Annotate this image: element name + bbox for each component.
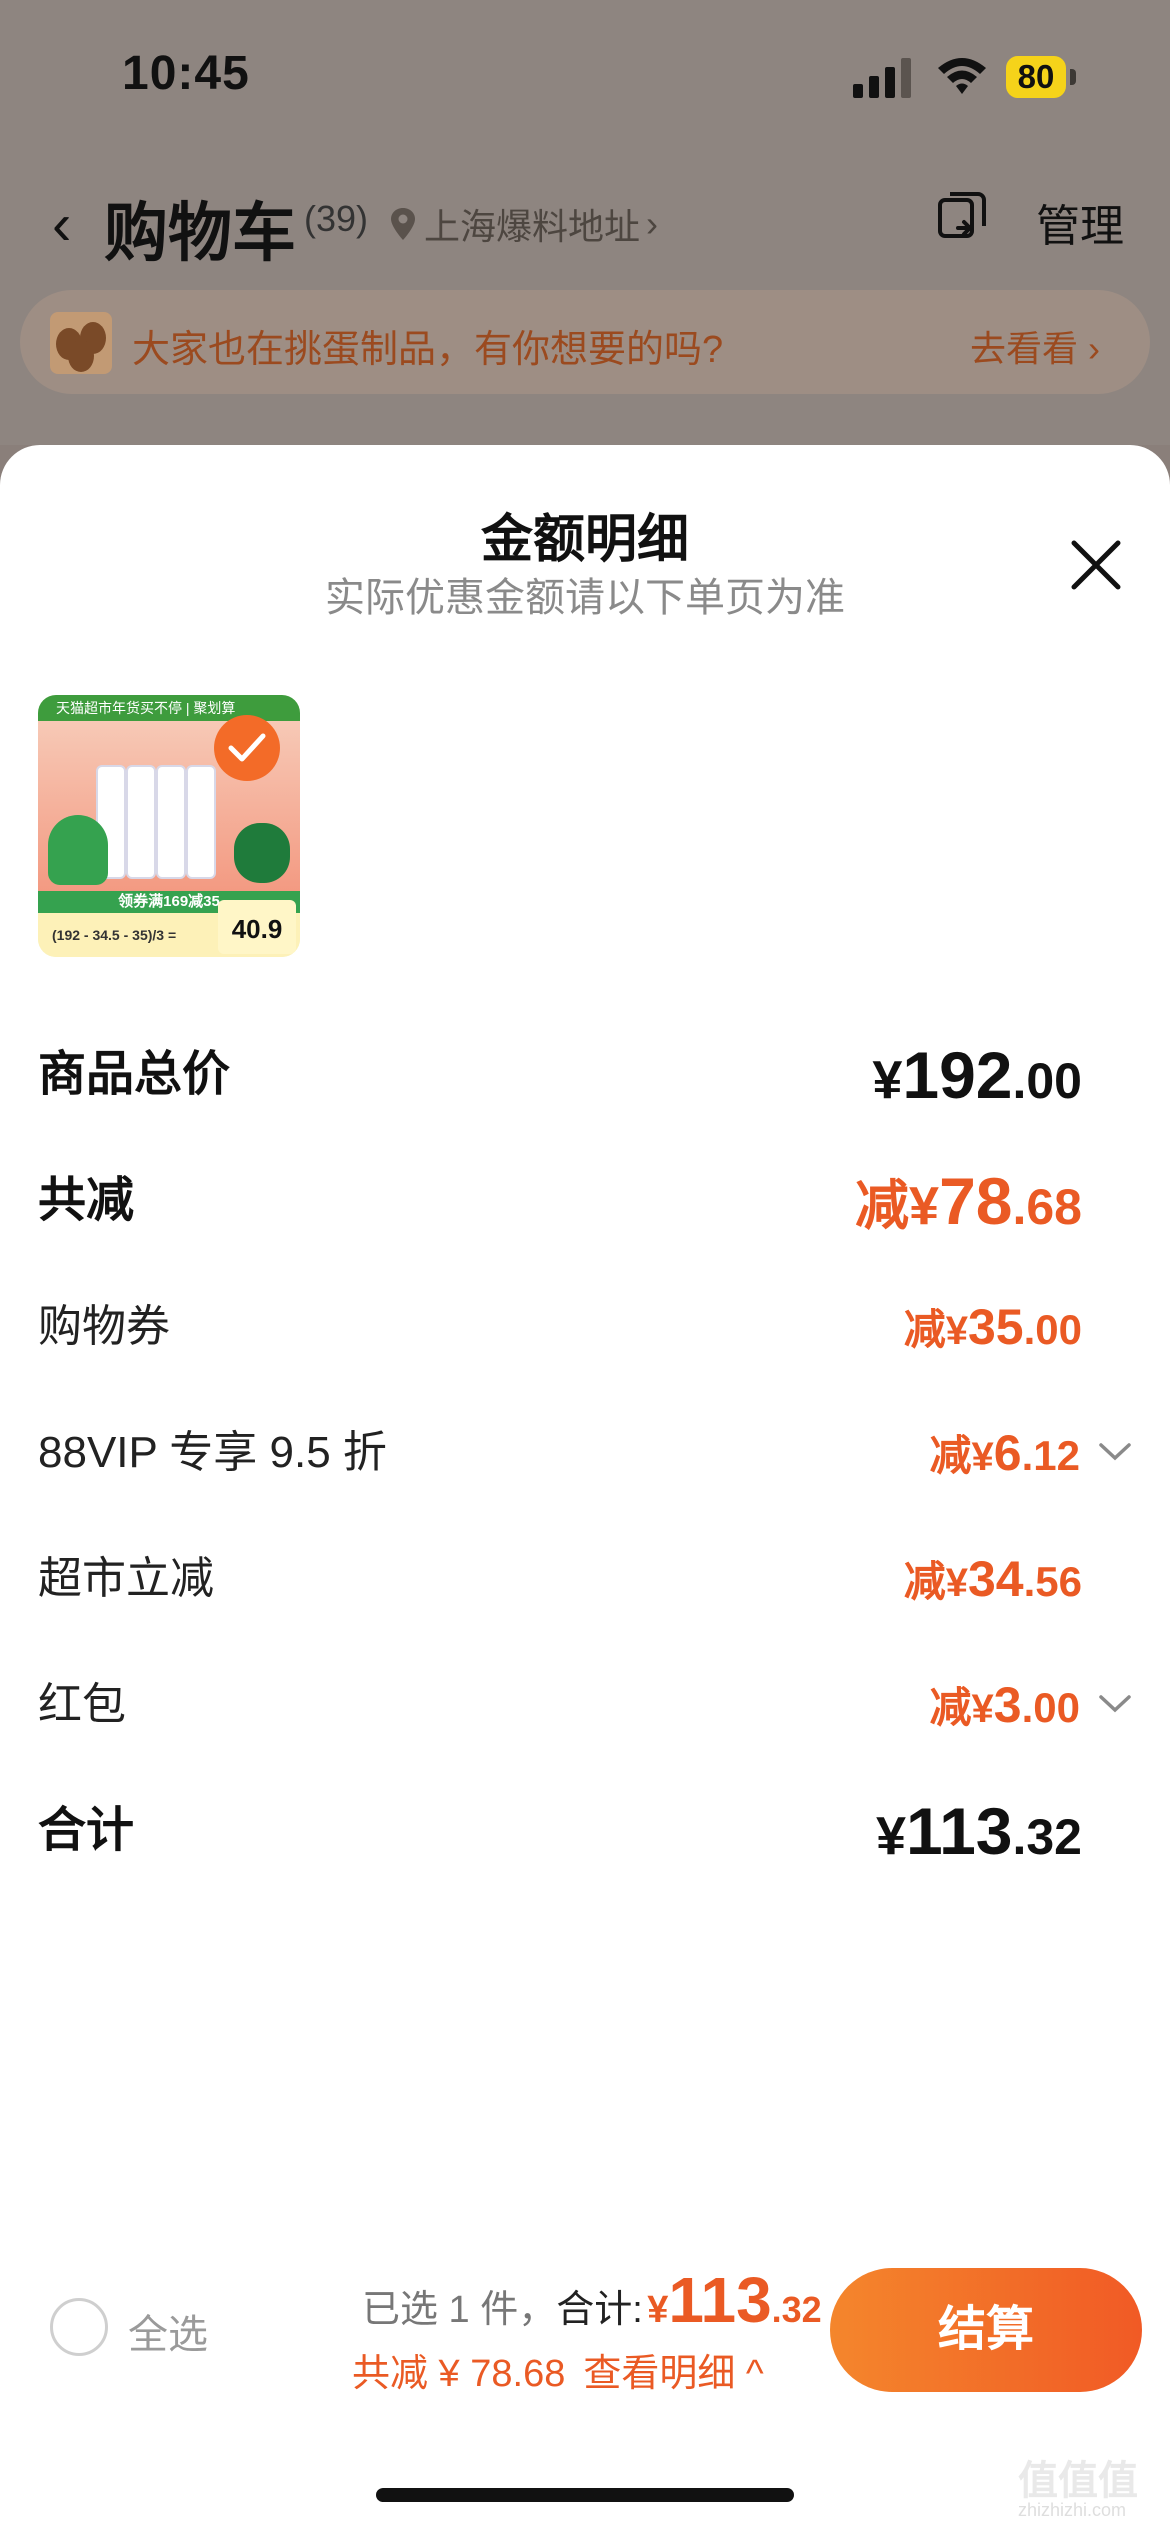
cellular-signal-icon xyxy=(853,58,911,98)
view-detail-link[interactable]: 查看明细 ^ xyxy=(583,2353,763,2395)
total-dec: .32 xyxy=(771,2289,822,2330)
location-selector[interactable]: 上海爆料地址 › xyxy=(388,198,658,250)
checkout-button[interactable]: 结算 xyxy=(830,2268,1142,2392)
value-yen: ¥ xyxy=(971,1435,994,1479)
banner-text: 大家也在挑蛋制品，有你想要的吗? xyxy=(132,329,724,371)
chevron-left-icon[interactable]: ‹ xyxy=(52,196,71,254)
value-int: 78 xyxy=(939,1164,1013,1238)
battery-indicator: 80 xyxy=(1006,56,1082,98)
chevron-down-icon[interactable] xyxy=(1098,1693,1132,1715)
price-row: 超市立减 减¥34.56 xyxy=(38,1539,1132,1619)
price-row-label: 商品总价 xyxy=(38,1048,231,1101)
value-dec: .00 xyxy=(1012,1053,1082,1109)
value-int: 3 xyxy=(993,1677,1022,1733)
footer-discount: 共减 ¥ 78.68 查看明细 ^ xyxy=(352,2342,764,2397)
value-prefix: 减 xyxy=(855,1176,910,1236)
recommendation-banner[interactable]: 大家也在挑蛋制品，有你想要的吗? 去看看 › xyxy=(20,290,1150,394)
manage-button[interactable]: 管理 xyxy=(1036,190,1124,254)
battery-tip xyxy=(1070,69,1076,85)
product-thumbnail[interactable]: 天猫超市年货买不停 | 聚划算 领券满169减35 (192 - 34.5 - … xyxy=(38,695,300,957)
value-int: 113 xyxy=(906,1794,1013,1868)
value-int: 192 xyxy=(902,1038,1013,1112)
value-int: 34 xyxy=(967,1551,1024,1607)
home-indicator[interactable] xyxy=(376,2488,794,2502)
value-yen: ¥ xyxy=(875,1806,906,1866)
value-prefix: 减 xyxy=(929,1432,972,1479)
price-row-label: 共减 xyxy=(38,1174,135,1227)
battery-level: 80 xyxy=(1006,56,1066,98)
close-icon[interactable] xyxy=(1068,537,1124,593)
value-int: 6 xyxy=(993,1425,1022,1481)
price-row[interactable]: 88VIP 专享 9.5 折 减¥6.12 xyxy=(38,1413,1132,1493)
status-bar: 10:45 80 xyxy=(0,0,1170,150)
chevron-right-icon: › xyxy=(1088,328,1100,369)
watermark-url: zhizhizhi.com xyxy=(1018,2500,1127,2520)
chevron-down-icon[interactable] xyxy=(1098,1441,1132,1463)
price-row-value: ¥192.00 xyxy=(872,1035,1082,1134)
value-yen: ¥ xyxy=(971,1687,994,1731)
total-yen: ¥ xyxy=(647,2289,669,2331)
sheet-title: 金额明细 xyxy=(480,511,689,569)
product-can xyxy=(186,765,216,879)
price-row-label: 红包 xyxy=(38,1680,126,1729)
value-yen: ¥ xyxy=(945,1561,968,1605)
price-row: 商品总价 ¥192.00 xyxy=(38,1035,1132,1115)
price-row-value: 减¥6.12 xyxy=(930,1413,1080,1506)
price-row-value: ¥113.32 xyxy=(876,1791,1082,1890)
price-row-label: 购物券 xyxy=(38,1302,170,1351)
product-can xyxy=(156,765,186,879)
price-row: 共减 减¥78.68 xyxy=(38,1161,1132,1241)
cart-footer: 全选 已选 1 件，合计: ¥113.32 共减 ¥ 78.68 查看明细 ^ 结… xyxy=(0,2250,1170,2450)
cart-count: (39) xyxy=(304,198,369,239)
location-text: 上海爆料地址 xyxy=(424,206,641,247)
cat-mascot-icon xyxy=(234,823,290,883)
wifi-icon xyxy=(938,58,986,94)
select-all-label[interactable]: 全选 xyxy=(128,2302,208,2360)
banner-go-link[interactable]: 去看看 › xyxy=(970,320,1100,372)
price-row-label: 88VIP 专享 9.5 折 xyxy=(38,1428,387,1477)
select-all-radio[interactable] xyxy=(50,2298,108,2356)
value-int: 35 xyxy=(967,1299,1024,1355)
status-time: 10:45 xyxy=(122,47,250,100)
value-prefix: 减 xyxy=(903,1558,946,1605)
price-row-value: 减¥3.00 xyxy=(930,1665,1080,1758)
total-int: 113 xyxy=(668,2264,772,2336)
rabbit-mascot-icon xyxy=(48,815,108,885)
footer-total: 已选 1 件，合计: ¥113.32 xyxy=(362,2268,822,2348)
value-dec: .32 xyxy=(1012,1809,1082,1865)
page-title: 购物车 xyxy=(104,197,296,269)
location-pin-icon xyxy=(391,208,415,240)
product-can xyxy=(126,765,156,879)
selected-count: 已选 1 件， xyxy=(362,2289,557,2331)
price-row-label: 超市立减 xyxy=(38,1554,214,1603)
total-label: 合计: xyxy=(556,2289,643,2331)
price-detail-sheet: 金额明细 实际优惠金额请以下单页为准 天猫超市年货买不停 | 聚划算 领券满16… xyxy=(0,445,1170,2532)
price-row-label: 合计 xyxy=(38,1804,135,1857)
product-unit-price: 40.9 xyxy=(218,900,296,954)
value-prefix: 减 xyxy=(903,1306,946,1353)
banner-go-label: 去看看 xyxy=(969,328,1078,369)
footer-discount-text: 共减 ¥ 78.68 xyxy=(352,2353,566,2395)
price-row-value: 减¥35.00 xyxy=(904,1287,1082,1380)
price-row: 合计 ¥113.32 xyxy=(38,1791,1132,1871)
selected-check-icon[interactable] xyxy=(214,715,280,781)
value-prefix: 减 xyxy=(929,1684,972,1731)
price-row: 购物券 减¥35.00 xyxy=(38,1287,1132,1367)
value-dec: .00 xyxy=(1023,1306,1082,1353)
value-dec: .68 xyxy=(1012,1179,1082,1235)
sheet-subtitle: 实际优惠金额请以下单页为准 xyxy=(325,576,845,620)
value-yen: ¥ xyxy=(872,1050,903,1110)
value-dec: .00 xyxy=(1021,1684,1080,1731)
price-row-value: 减¥34.56 xyxy=(904,1539,1082,1632)
value-dec: .56 xyxy=(1023,1558,1082,1605)
price-row[interactable]: 红包 减¥3.00 xyxy=(38,1665,1132,1745)
copy-cart-icon[interactable] xyxy=(934,190,990,246)
value-dec: .12 xyxy=(1021,1432,1080,1479)
value-yen: ¥ xyxy=(945,1309,968,1353)
chevron-right-icon: › xyxy=(646,203,659,244)
watermark: 值值值 xyxy=(1018,2459,1138,2503)
price-row-value: 减¥78.68 xyxy=(855,1161,1082,1260)
value-yen: ¥ xyxy=(909,1176,940,1236)
eggs-thumbnail xyxy=(50,312,112,374)
